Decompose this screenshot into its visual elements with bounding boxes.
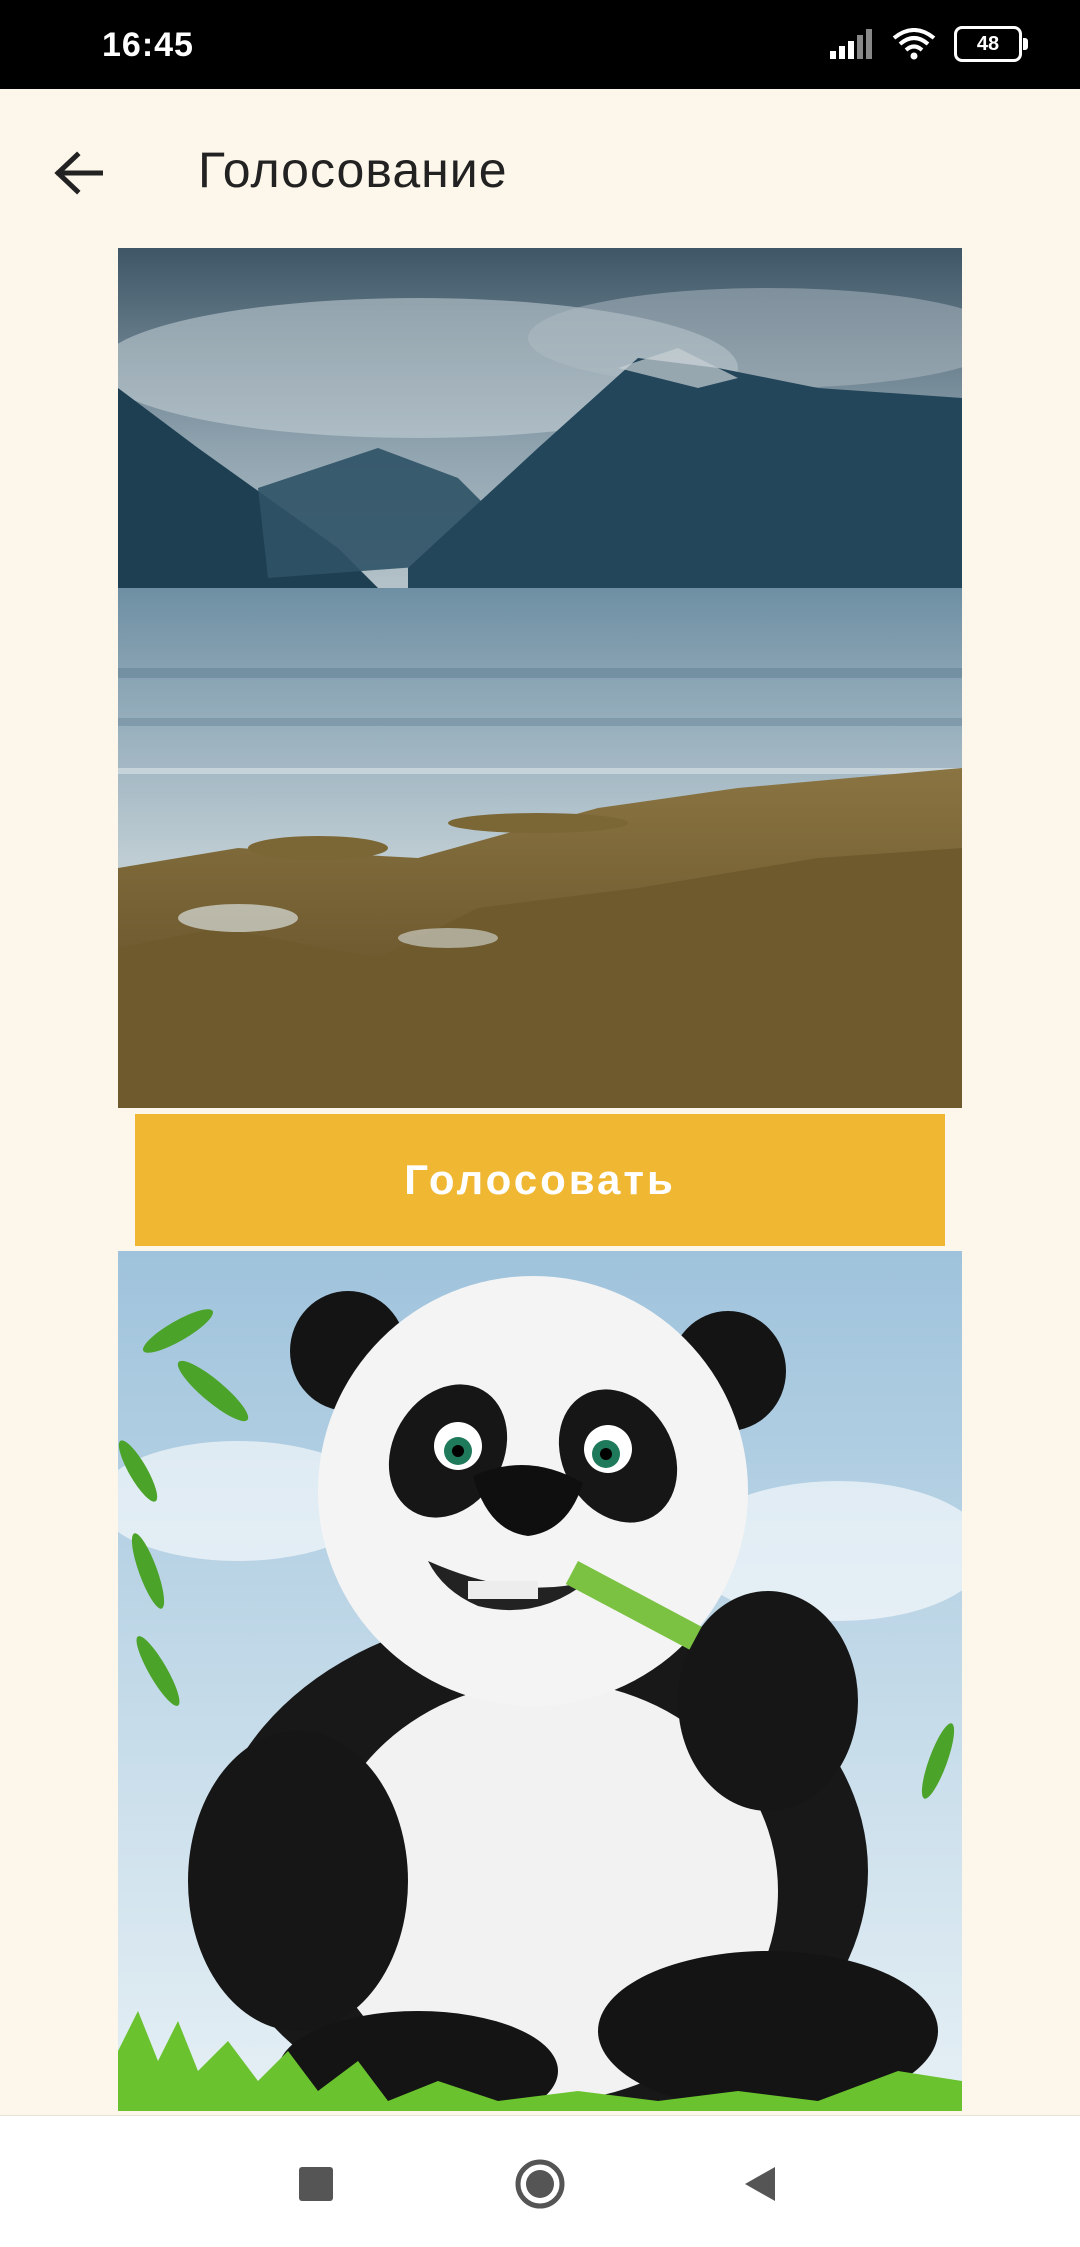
- app-bar: Голосование: [0, 89, 1080, 249]
- wifi-icon: [892, 28, 936, 60]
- status-time: 16:45: [102, 26, 194, 64]
- candidate-image-landscape[interactable]: [118, 248, 962, 1108]
- status-icons: 48: [830, 24, 1028, 64]
- candidate-image-panda[interactable]: [118, 1251, 962, 2111]
- back-triangle-icon: [745, 2167, 775, 2201]
- signal-icon: [830, 29, 872, 59]
- back-button[interactable]: [46, 141, 110, 205]
- arrow-left-icon: [54, 151, 103, 195]
- home-circle-icon: [515, 2159, 565, 2209]
- home-button[interactable]: [508, 2152, 572, 2216]
- back-nav-button[interactable]: [728, 2152, 792, 2216]
- status-bar: 16:45 48: [0, 0, 1080, 89]
- recents-button[interactable]: [284, 2152, 348, 2216]
- panda-photo: [118, 1251, 962, 2111]
- battery-icon: 48: [954, 26, 1028, 62]
- landscape-photo: [118, 248, 962, 1108]
- vote-button[interactable]: Голосовать: [135, 1114, 945, 1246]
- page-title: Голосование: [198, 142, 508, 198]
- recents-square-icon: [299, 2167, 333, 2201]
- system-nav-bar: [0, 2115, 1080, 2247]
- battery-level: 48: [976, 32, 1000, 55]
